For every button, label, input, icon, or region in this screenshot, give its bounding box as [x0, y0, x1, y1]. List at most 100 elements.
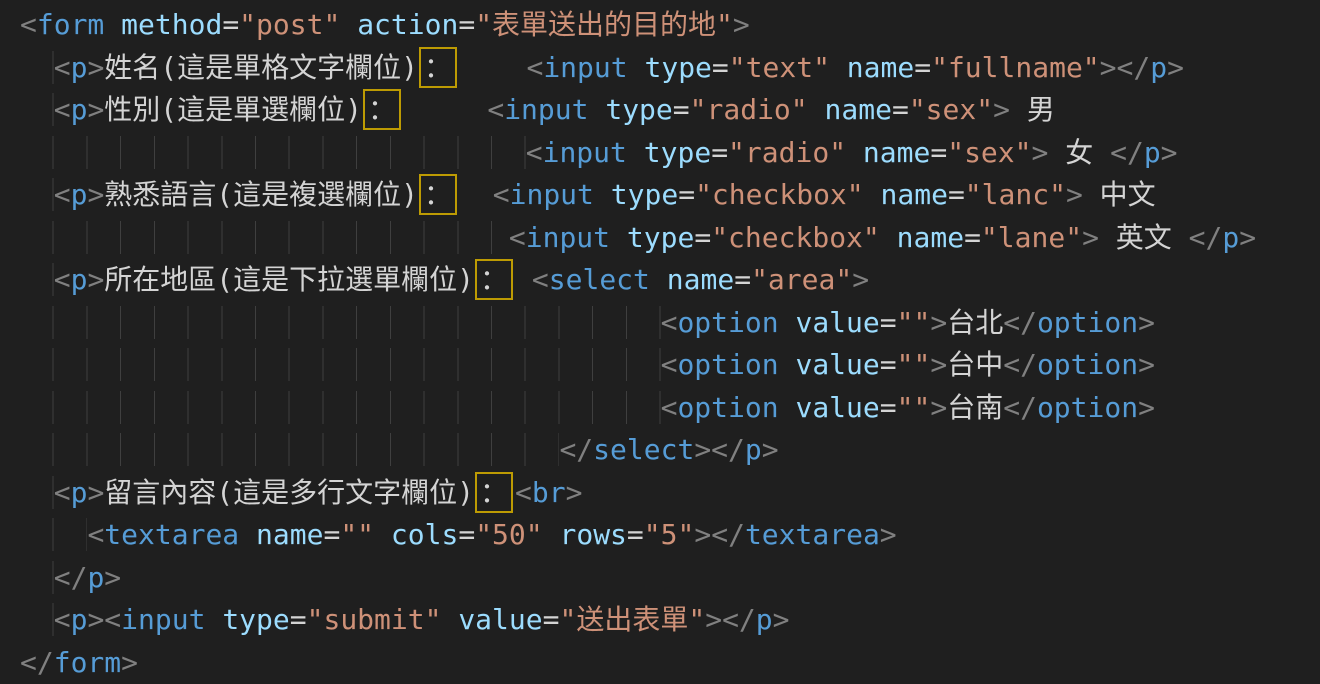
- code-line: <textarea name="" cols="50" rows="5"></t…: [20, 514, 1320, 557]
- string-value-token: "lanc": [965, 178, 1066, 211]
- indent-guides: [20, 178, 54, 211]
- tag-name-token: p: [745, 433, 762, 466]
- code-line: <p>性別(這是單選欄位)： <input type="radio" name=…: [20, 89, 1320, 132]
- code-line: <option value="">台中</option>: [20, 344, 1320, 387]
- equals-token: =: [323, 518, 340, 551]
- tag-name-token: option: [1037, 391, 1138, 424]
- punctuation-token: >: [1161, 136, 1178, 169]
- text-content-token: [403, 93, 487, 126]
- punctuation-token: >: [87, 476, 104, 509]
- tag-name-token: textarea: [104, 518, 239, 551]
- attribute-name-token: name: [825, 93, 892, 126]
- code-line: <option value="">台南</option>: [20, 387, 1320, 430]
- punctuation-token: >: [87, 603, 104, 636]
- string-value-token: "": [897, 306, 931, 339]
- text-content-token: 所在地區(這是下拉選單欄位): [104, 263, 474, 296]
- punctuation-token: <: [20, 8, 37, 41]
- text-content-token: [543, 518, 560, 551]
- text-content-token: [610, 221, 627, 254]
- indent-guides: [20, 391, 661, 424]
- tag-name-token: br: [532, 476, 566, 509]
- punctuation-token: >: [1066, 178, 1083, 211]
- text-content-token: [830, 51, 847, 84]
- tag-name-token: p: [71, 51, 88, 84]
- punctuation-token: >: [694, 518, 711, 551]
- attribute-name-token: type: [605, 93, 672, 126]
- punctuation-token: <: [54, 476, 71, 509]
- punctuation-token: </: [559, 433, 593, 466]
- equals-token: =: [678, 178, 695, 211]
- text-content-token: [205, 603, 222, 636]
- punctuation-token: </: [1110, 136, 1144, 169]
- attribute-name-token: name: [897, 221, 964, 254]
- tag-name-token: input: [543, 51, 627, 84]
- string-value-token: "checkbox": [695, 178, 864, 211]
- punctuation-token: >: [104, 561, 121, 594]
- equals-token: =: [458, 518, 475, 551]
- code-line: <input type="checkbox" name="lane"> 英文 <…: [20, 217, 1320, 260]
- equals-token: =: [711, 136, 728, 169]
- text-content-token: [374, 518, 391, 551]
- punctuation-token: >: [733, 8, 750, 41]
- code-line: </form>: [20, 642, 1320, 684]
- punctuation-token: </: [20, 646, 54, 679]
- text-content-token: [864, 178, 881, 211]
- code-editor[interactable]: <form method="post" action="表單送出的目的地"> <…: [0, 0, 1320, 681]
- punctuation-token: </: [1003, 348, 1037, 381]
- text-content-token: [104, 8, 121, 41]
- punctuation-token: <: [487, 93, 504, 126]
- tag-name-token: option: [677, 391, 778, 424]
- indent-guides: [20, 348, 661, 381]
- punctuation-token: >: [705, 603, 722, 636]
- punctuation-token: >: [87, 263, 104, 296]
- punctuation-token: >: [121, 646, 138, 679]
- punctuation-token: <: [509, 221, 526, 254]
- punctuation-token: <: [54, 178, 71, 211]
- tag-name-token: option: [1037, 306, 1138, 339]
- text-content-token: [808, 93, 825, 126]
- punctuation-token: >: [1032, 136, 1049, 169]
- tag-name-token: option: [1037, 348, 1138, 381]
- indent-guides: [20, 433, 559, 466]
- equals-token: =: [290, 603, 307, 636]
- punctuation-token: <: [54, 93, 71, 126]
- punctuation-token: >: [1138, 306, 1155, 339]
- attribute-name-token: name: [667, 263, 734, 296]
- unicode-highlight-colon: ：: [475, 259, 513, 300]
- attribute-name-token: value: [458, 603, 542, 636]
- punctuation-token: <: [526, 51, 543, 84]
- punctuation-token: >: [1100, 51, 1117, 84]
- equals-token: =: [948, 178, 965, 211]
- punctuation-token: <: [532, 263, 549, 296]
- attribute-name-token: cols: [391, 518, 458, 551]
- punctuation-token: <: [661, 348, 678, 381]
- string-value-token: "sex": [947, 136, 1031, 169]
- punctuation-token: >: [1082, 221, 1099, 254]
- code-line: <p>留言內容(這是多行文字欄位)：<br>: [20, 472, 1320, 515]
- tag-name-token: option: [677, 306, 778, 339]
- punctuation-token: <: [526, 136, 543, 169]
- tag-name-token: form: [54, 646, 121, 679]
- text-content-token: 男: [1010, 93, 1055, 126]
- string-value-token: "submit": [307, 603, 442, 636]
- tag-name-token: p: [71, 263, 88, 296]
- code-line: </p>: [20, 557, 1320, 600]
- attribute-name-token: name: [863, 136, 930, 169]
- text-content-token: [239, 518, 256, 551]
- punctuation-token: >: [87, 51, 104, 84]
- equals-token: =: [712, 51, 729, 84]
- equals-token: =: [543, 603, 560, 636]
- text-content-token: 英文: [1099, 221, 1189, 254]
- string-value-token: "5": [644, 518, 695, 551]
- indent-guides: [20, 561, 54, 594]
- tag-name-token: p: [87, 561, 104, 594]
- text-content-token: 留言內容(這是多行文字欄位): [104, 476, 474, 509]
- tag-name-token: p: [1144, 136, 1161, 169]
- code-line: <p>熟悉語言(這是複選欄位)： <input type="checkbox" …: [20, 174, 1320, 217]
- string-value-token: "表單送出的目的地": [475, 8, 733, 41]
- string-value-token: "checkbox": [711, 221, 880, 254]
- punctuation-token: <: [493, 178, 510, 211]
- text-content-token: [880, 221, 897, 254]
- equals-token: =: [892, 93, 909, 126]
- tag-name-token: p: [71, 178, 88, 211]
